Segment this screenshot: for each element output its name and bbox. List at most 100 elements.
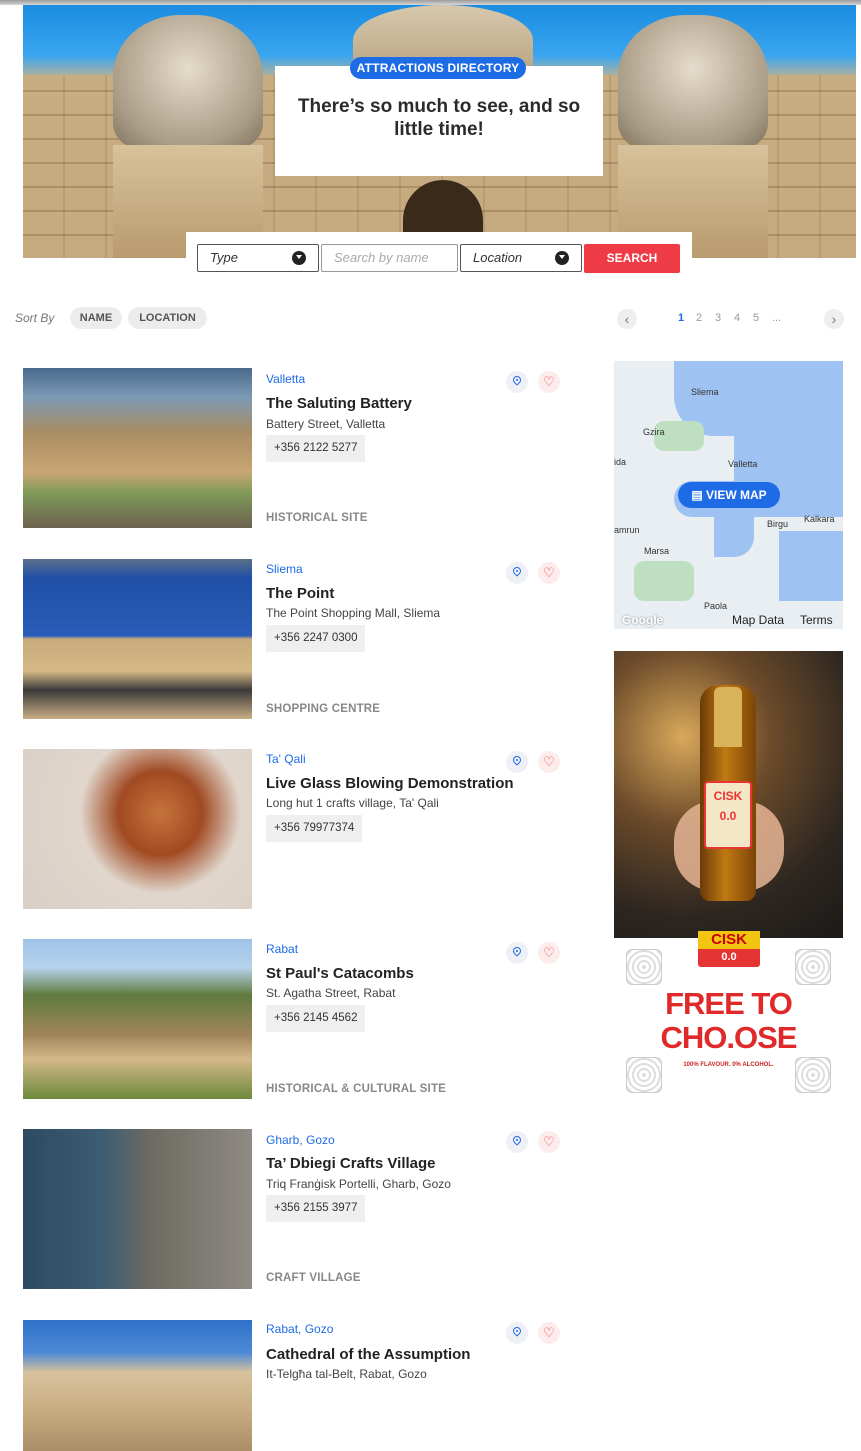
heart-icon[interactable]: ♡: [538, 1322, 560, 1344]
listing-address: The Point Shopping Mall, Sliema: [266, 606, 441, 620]
listing-image[interactable]: [23, 1320, 252, 1451]
ad-tagline: 100% FLAVOUR. 0% ALCOHOL.: [683, 1062, 774, 1068]
heart-icon[interactable]: ♡: [538, 371, 560, 393]
listing-category: HISTORICAL SITE: [266, 512, 368, 524]
hero-title: There’s so much to see, and so little ti…: [297, 96, 581, 140]
map-label: ida: [614, 457, 627, 467]
ad-headline-line-1: FREE TO: [665, 986, 793, 1021]
pagination-next-button[interactable]: ›: [824, 309, 844, 329]
listing-title[interactable]: The Point: [266, 585, 334, 602]
listing-address: St. Agatha Street, Rabat: [266, 986, 396, 1000]
map-terms-link[interactable]: Terms: [800, 613, 833, 627]
listing-title[interactable]: Cathedral of the Assumption: [266, 1346, 470, 1363]
hero-statue-left: [113, 15, 263, 150]
listing-title[interactable]: Live Glass Blowing Demonstration: [266, 775, 514, 792]
view-map-label: VIEW MAP: [706, 488, 767, 502]
map-pin-icon[interactable]: [506, 371, 528, 393]
map-sea: [734, 421, 843, 481]
page-ellipsis: ...: [772, 312, 782, 324]
search-button[interactable]: SEARCH: [584, 244, 680, 273]
map-pin-icon[interactable]: [506, 1322, 528, 1344]
page-3-link[interactable]: 3: [715, 312, 721, 324]
listing-image[interactable]: [23, 939, 252, 1099]
listing-phone[interactable]: +356 2247 0300: [266, 625, 366, 652]
location-select-label: Location: [473, 250, 523, 265]
listing-location-link[interactable]: Rabat, Gozo: [266, 1322, 333, 1336]
map-label: Valletta: [728, 459, 758, 469]
listing-category: SHOPPING CENTRE: [266, 703, 381, 715]
listing-address: Long hut 1 crafts village, Ta' Qali: [266, 796, 439, 810]
search-name-input[interactable]: Search by name: [321, 244, 458, 272]
cisk-logo: CISK 0.0: [698, 931, 760, 967]
heart-icon[interactable]: ♡: [538, 751, 560, 773]
listing-image[interactable]: [23, 749, 252, 909]
listing-location-link[interactable]: Rabat: [266, 942, 298, 956]
listing-image[interactable]: [23, 559, 252, 719]
listing-title[interactable]: The Saluting Battery: [266, 395, 412, 412]
type-select[interactable]: Type: [197, 244, 319, 272]
map-label: Paola: [704, 601, 728, 611]
map-pin-icon[interactable]: [506, 562, 528, 584]
listing-image[interactable]: [23, 1129, 252, 1289]
hero-statue-right: [618, 15, 768, 150]
ad-logo-sub: 0.0: [721, 951, 737, 963]
pagination-prev-button[interactable]: ‹: [617, 309, 637, 329]
listing-location-link[interactable]: Gharb, Gozo: [266, 1133, 335, 1147]
type-select-label: Type: [210, 250, 238, 265]
map-park: [634, 561, 694, 601]
ad-ornament: [795, 949, 831, 985]
map-data-link[interactable]: Map Data: [732, 613, 784, 627]
heart-icon[interactable]: ♡: [538, 562, 560, 584]
sort-by-label: Sort By: [15, 311, 55, 325]
listing-phone[interactable]: +356 2145 4562: [266, 1005, 366, 1032]
map-label: Kalkara: [804, 514, 835, 524]
listing-phone[interactable]: +356 2155 3977: [266, 1195, 366, 1222]
ad-headline: FREE TO CHO.OSE: [614, 987, 843, 1055]
listing-location-link[interactable]: Ta' Qali: [266, 752, 306, 766]
page-1-link[interactable]: 1: [678, 312, 684, 324]
listing-category: HISTORICAL & CULTURAL SITE: [266, 1083, 447, 1095]
listing-phone[interactable]: +356 2122 5277: [266, 435, 366, 462]
page-4-link[interactable]: 4: [734, 312, 740, 324]
listing-address: Triq Franġisk Portelli, Gharb, Gozo: [266, 1177, 451, 1191]
map-label: Sliema: [691, 387, 719, 397]
advertisement-banner[interactable]: CISK 0.0 CISK 0.0 FREE TO CHO.OSE 100% FL…: [614, 651, 843, 1101]
sort-name-button[interactable]: NAME: [70, 307, 122, 329]
map-label: Marsa: [644, 546, 670, 556]
page-5-link[interactable]: 5: [753, 312, 759, 324]
google-logo: Google: [622, 613, 664, 627]
map-label: Birgu: [767, 519, 789, 529]
ad-headline-line-2: CHO.OSE: [660, 1020, 798, 1055]
listing-category: CRAFT VILLAGE: [266, 1272, 361, 1284]
listing-title[interactable]: Ta’ Dbiegi Crafts Village: [266, 1155, 436, 1172]
listing-address: It-Telgħa tal-Belt, Rabat, Gozo: [266, 1367, 427, 1381]
heart-icon[interactable]: ♡: [538, 1131, 560, 1153]
view-map-button[interactable]: ▤ VIEW MAP: [678, 482, 780, 508]
listing-address: Battery Street, Valletta: [266, 417, 386, 431]
ad-ornament: [626, 949, 662, 985]
map-sea: [779, 531, 843, 601]
ad-logo-brand: CISK: [698, 931, 760, 949]
attractions-directory-badge: ATTRACTIONS DIRECTORY: [350, 57, 526, 79]
map-label: amrun: [614, 525, 640, 535]
map-pin-icon[interactable]: [506, 942, 528, 964]
sort-location-button[interactable]: LOCATION: [128, 307, 207, 329]
ad-bottle-neck: [714, 687, 742, 747]
chevron-down-icon: [292, 251, 306, 265]
heart-icon[interactable]: ♡: [538, 942, 560, 964]
listing-image[interactable]: [23, 368, 252, 528]
ad-bottle-brand: CISK: [713, 789, 743, 803]
listing-phone[interactable]: +356 79977374: [266, 815, 363, 842]
ad-bottle-sub: 0.0: [719, 809, 737, 823]
map-label: Gzira: [643, 427, 665, 437]
map-sea: [714, 517, 754, 557]
ad-bottle-label: CISK 0.0: [704, 781, 752, 849]
listing-location-link[interactable]: Sliema: [266, 562, 303, 576]
location-select[interactable]: Location: [460, 244, 582, 272]
map-pin-icon[interactable]: [506, 751, 528, 773]
listing-title[interactable]: St Paul's Catacombs: [266, 965, 414, 982]
chevron-down-icon: [555, 251, 569, 265]
listing-location-link[interactable]: Valletta: [266, 372, 305, 386]
map-pin-icon[interactable]: [506, 1131, 528, 1153]
page-2-link[interactable]: 2: [696, 312, 702, 324]
